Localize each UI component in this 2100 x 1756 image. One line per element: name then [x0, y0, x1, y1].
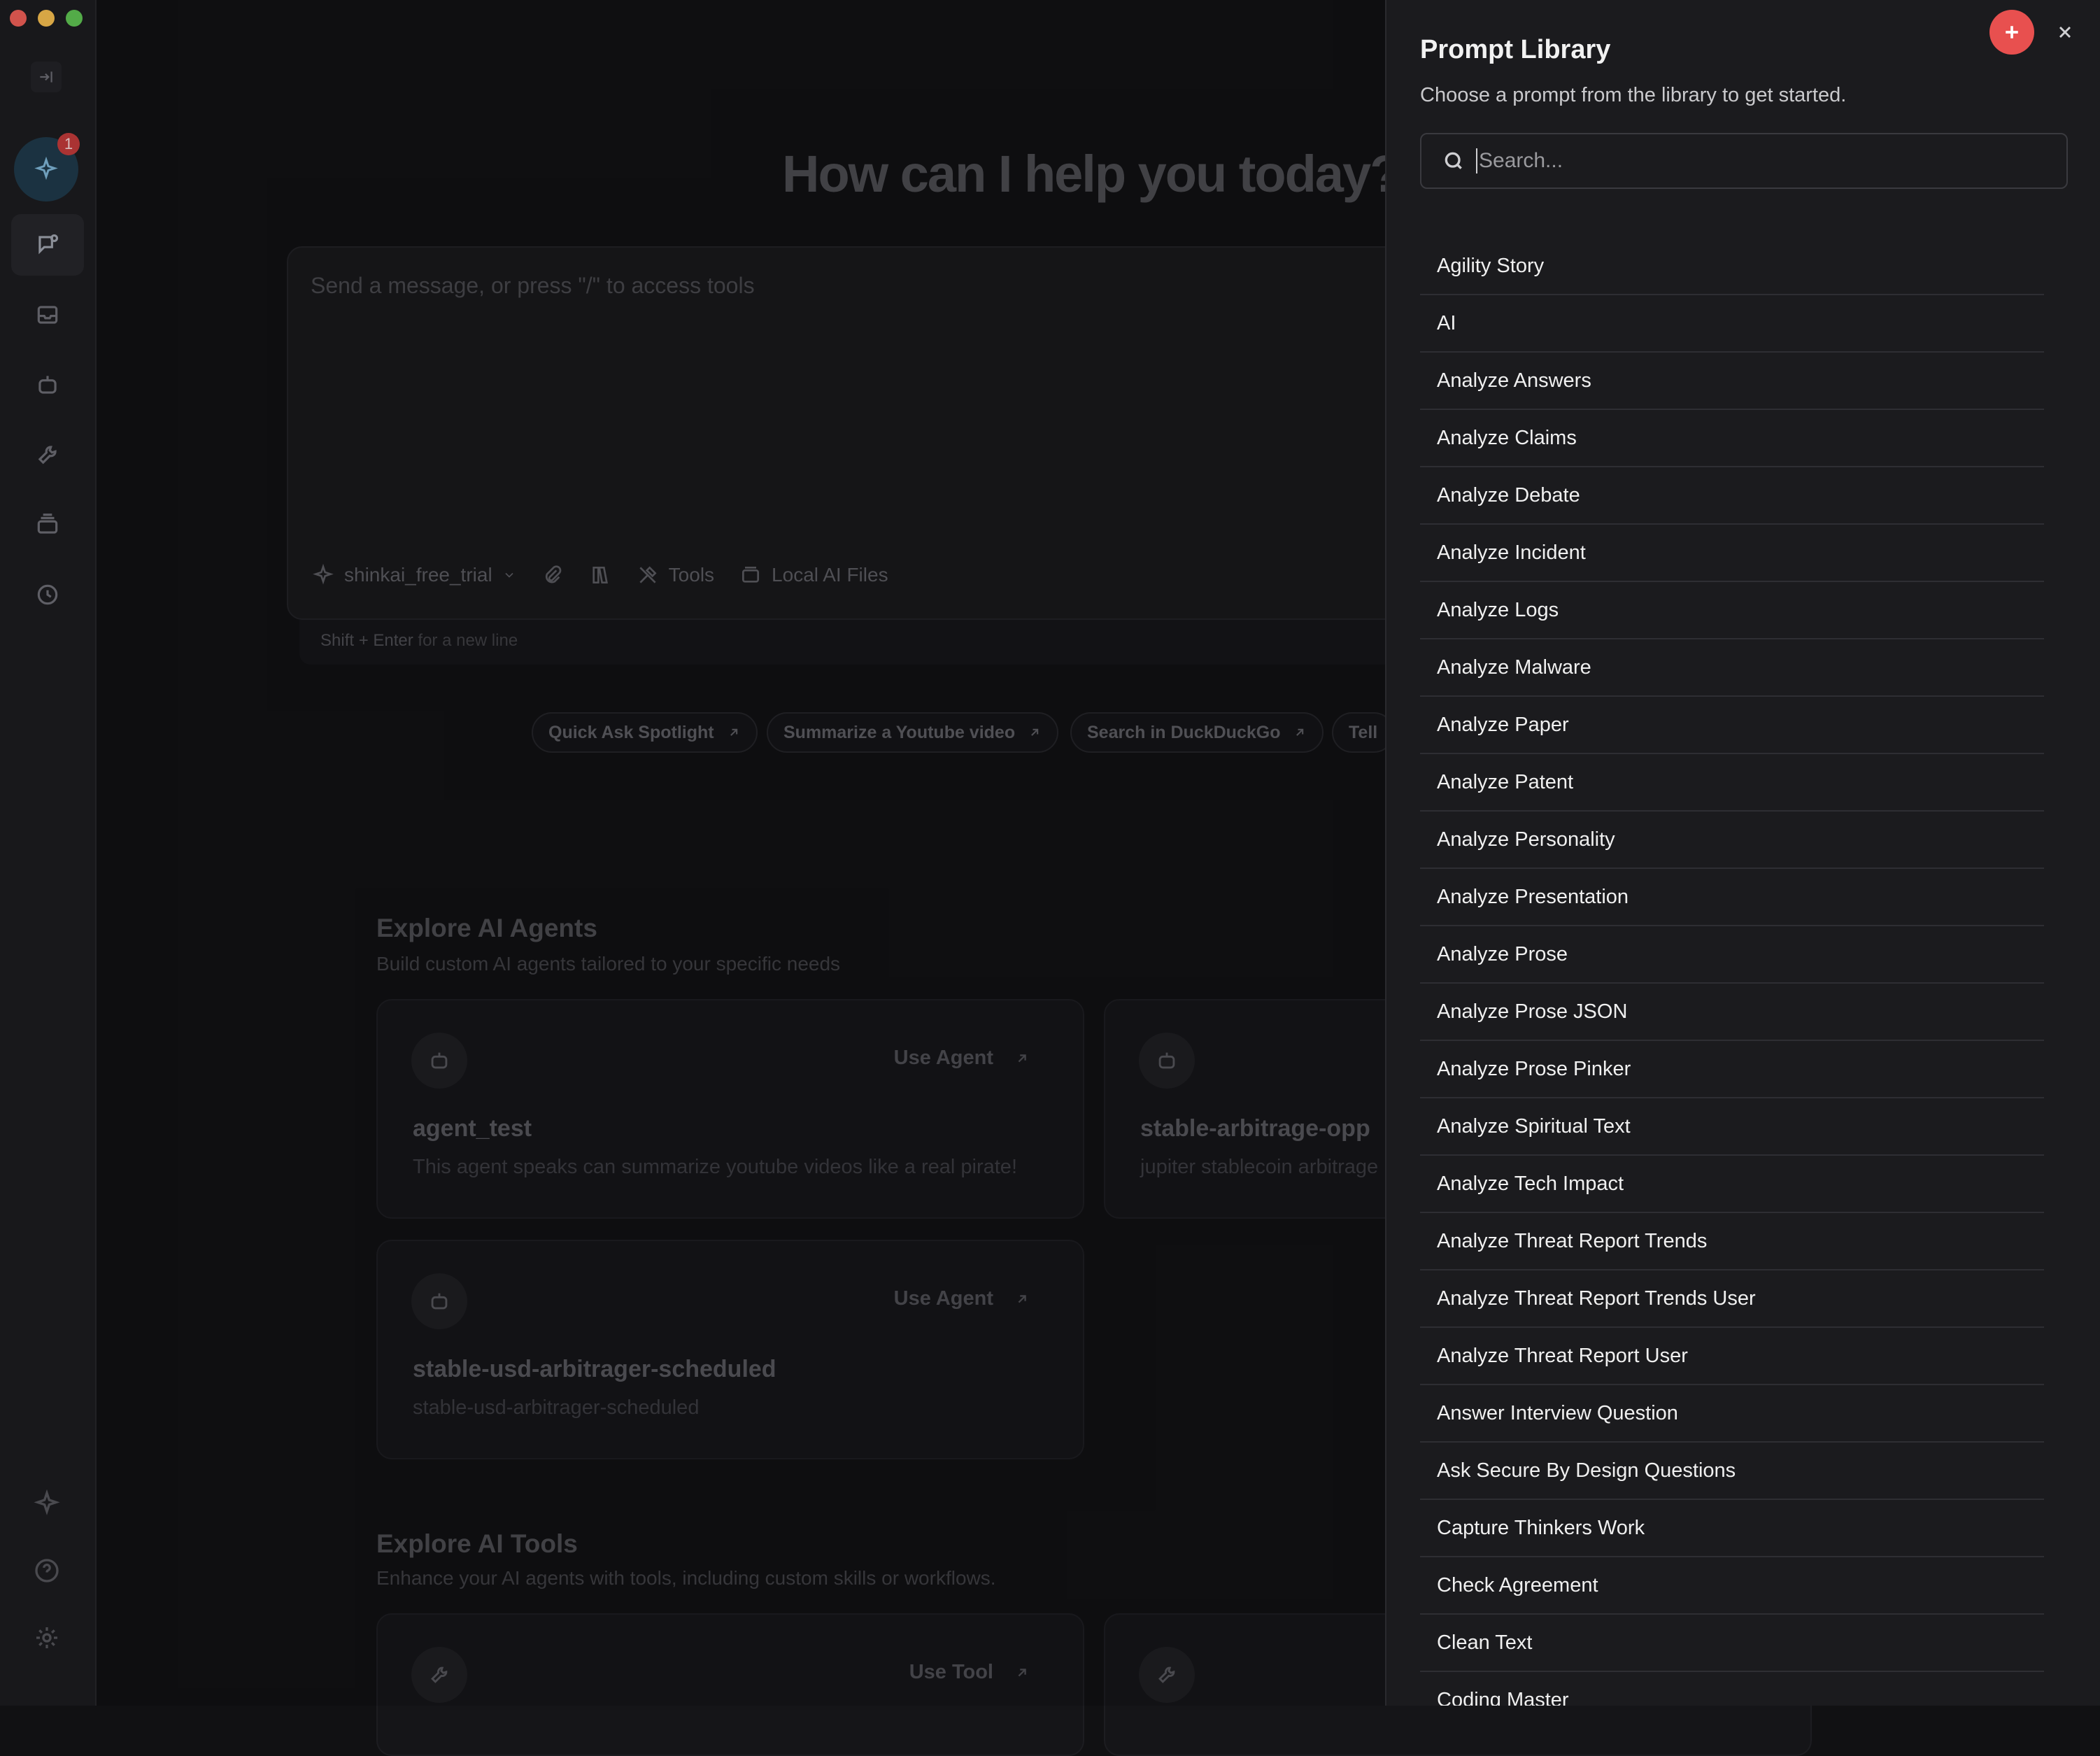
prompt-item[interactable]: Analyze Prose Pinker: [1420, 1041, 2044, 1098]
prompt-item[interactable]: Capture Thinkers Work: [1420, 1500, 2044, 1557]
prompt-item[interactable]: Clean Text: [1420, 1615, 2044, 1672]
prompt-item[interactable]: Ask Secure By Design Questions: [1420, 1443, 2044, 1500]
prompt-item[interactable]: Analyze Prose JSON: [1420, 984, 2044, 1041]
prompt-item[interactable]: Analyze Threat Report Trends: [1420, 1213, 2044, 1270]
search-input[interactable]: [1476, 148, 2054, 174]
search-icon: [1445, 152, 1462, 169]
prompt-item[interactable]: Analyze Claims: [1420, 410, 2044, 467]
prompt-item[interactable]: Answer Interview Question: [1420, 1385, 2044, 1443]
prompt-item[interactable]: Analyze Debate: [1420, 467, 2044, 525]
prompt-item[interactable]: Analyze Presentation: [1420, 869, 2044, 926]
prompt-item[interactable]: Analyze Malware: [1420, 639, 2044, 697]
add-prompt-button[interactable]: [1989, 10, 2034, 55]
modal-overlay[interactable]: [0, 0, 1385, 1706]
prompt-item[interactable]: Check Agreement: [1420, 1557, 2044, 1615]
prompt-item[interactable]: Analyze Incident: [1420, 525, 2044, 582]
prompt-item[interactable]: Analyze Logs: [1420, 582, 2044, 639]
prompt-item[interactable]: Analyze Tech Impact: [1420, 1156, 2044, 1213]
prompt-item[interactable]: Analyze Prose: [1420, 926, 2044, 984]
prompt-item[interactable]: Agility Story: [1420, 238, 2044, 295]
prompt-item[interactable]: Analyze Patent: [1420, 754, 2044, 812]
prompt-item[interactable]: Analyze Personality: [1420, 812, 2044, 869]
prompt-search: [1420, 133, 2068, 189]
prompt-list: Agility Story AI Analyze Answers Analyze Cl…: [1420, 238, 2044, 1706]
drawer-title: Prompt Library: [1420, 35, 1611, 64]
prompt-library-drawer: Prompt Library Choose a prompt from the …: [1385, 0, 2100, 1706]
prompt-item[interactable]: Analyze Threat Report User: [1420, 1328, 2044, 1385]
prompt-item[interactable]: Analyze Answers: [1420, 353, 2044, 410]
close-icon: [2059, 26, 2071, 38]
prompt-item[interactable]: Coding Master: [1420, 1672, 2044, 1706]
drawer-subtitle: Choose a prompt from the library to get …: [1420, 84, 1847, 106]
prompt-item[interactable]: Analyze Paper: [1420, 697, 2044, 754]
prompt-item[interactable]: Analyze Spiritual Text: [1420, 1098, 2044, 1156]
close-drawer-button[interactable]: [2051, 18, 2079, 46]
prompt-item[interactable]: AI: [1420, 295, 2044, 353]
prompt-item[interactable]: Analyze Threat Report Trends User: [1420, 1270, 2044, 1328]
plus-icon: [2006, 26, 2018, 38]
